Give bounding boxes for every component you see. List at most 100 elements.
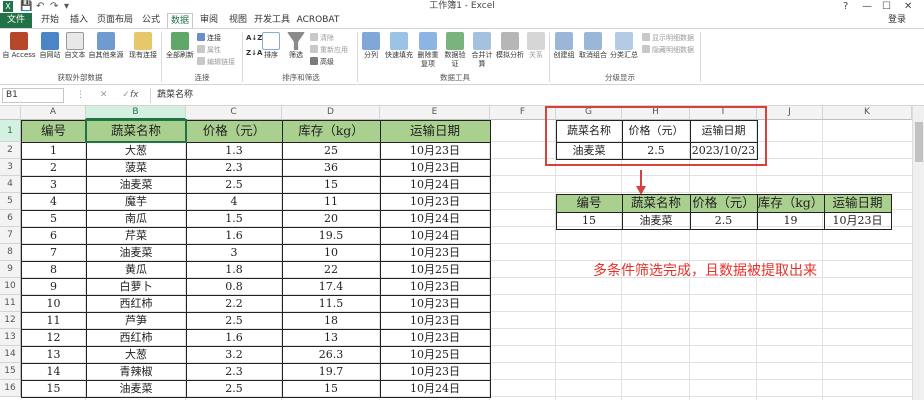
main-table-cell[interactable]: 10月23日 xyxy=(380,295,490,312)
tab-data[interactable]: 数据 xyxy=(167,13,193,28)
insert-function-icon[interactable]: fx xyxy=(130,88,139,103)
main-table-cell[interactable]: 13 xyxy=(21,346,86,363)
main-table-cell[interactable]: 26.3 xyxy=(282,346,380,363)
main-table-cell[interactable]: 11.5 xyxy=(282,295,380,312)
row-header-15[interactable]: 15 xyxy=(0,363,21,380)
main-table-cell[interactable]: 10月23日 xyxy=(380,329,490,346)
main-table-cell[interactable]: 西红柿 xyxy=(86,329,186,346)
name-box[interactable]: B1 xyxy=(2,88,64,103)
tab-home[interactable]: 开始 xyxy=(37,13,63,28)
relationships-button[interactable]: 关系 xyxy=(526,32,546,60)
vertical-scrollbar[interactable] xyxy=(912,106,924,400)
result-table-cell[interactable]: 15 xyxy=(556,212,622,229)
main-table-cell[interactable]: 1.6 xyxy=(186,329,282,346)
main-table-cell[interactable]: 1 xyxy=(21,142,86,159)
main-table-cell[interactable]: 8 xyxy=(21,261,86,278)
main-table-cell[interactable]: 1.3 xyxy=(186,142,282,159)
from-web-button[interactable]: 自网站 xyxy=(38,32,62,60)
tab-developer[interactable]: 开发工具 xyxy=(254,13,290,28)
clear-button[interactable]: 清除 xyxy=(310,33,334,43)
result-table-cell[interactable]: 库存（kg） xyxy=(757,194,824,212)
main-table-cell[interactable]: 2.3 xyxy=(186,159,282,176)
maximize-icon[interactable]: ☐ xyxy=(882,0,891,13)
main-table-cell[interactable]: 油麦菜 xyxy=(86,244,186,261)
main-table-cell[interactable]: 12 xyxy=(21,329,86,346)
result-table-cell[interactable]: 蔬菜名称 xyxy=(622,194,690,212)
main-table-cell[interactable]: 芹菜 xyxy=(86,227,186,244)
main-table-cell[interactable]: 编号 xyxy=(21,120,86,142)
row-header-1[interactable]: 1 xyxy=(0,120,21,142)
reapply-button[interactable]: 重新应用 xyxy=(310,45,348,55)
main-table-cell[interactable]: 10 xyxy=(21,295,86,312)
tab-file[interactable]: 文件 xyxy=(0,13,32,28)
main-table-cell[interactable]: 15 xyxy=(282,380,380,397)
tab-insert[interactable]: 插入 xyxy=(66,13,92,28)
main-table-cell[interactable]: 10月23日 xyxy=(380,278,490,295)
hide-detail-button[interactable]: 隐藏明细数据 xyxy=(642,45,694,55)
main-table-cell[interactable]: 17.4 xyxy=(282,278,380,295)
row-header-7[interactable]: 7 xyxy=(0,227,21,244)
edit-links-button[interactable]: 编辑链接 xyxy=(197,57,235,67)
minimize-icon[interactable]: — xyxy=(862,0,872,13)
text-to-columns-button[interactable]: 分列 xyxy=(360,32,382,60)
main-table-cell[interactable]: 0.8 xyxy=(186,278,282,295)
tab-page-layout[interactable]: 页面布局 xyxy=(96,13,134,28)
flash-fill-button[interactable]: 快速填充 xyxy=(384,32,414,60)
group-button[interactable]: 创建组 xyxy=(552,32,576,60)
column-header-a[interactable]: A xyxy=(21,106,86,120)
row-header-12[interactable]: 12 xyxy=(0,312,21,329)
main-table-cell[interactable]: 1.5 xyxy=(186,210,282,227)
worksheet-grid[interactable]: A B C D E F G H I J K 1 2 3 4 5 6 7 8 9 10 11 12 13 14 15 16 编号 蔬菜名称… xyxy=(0,106,924,400)
main-table-cell[interactable]: 10月23日 xyxy=(380,312,490,329)
main-table-cell[interactable]: 13 xyxy=(282,329,380,346)
main-table-cell[interactable]: 大葱 xyxy=(86,142,186,159)
result-table-cell[interactable]: 19 xyxy=(757,212,824,229)
main-table-cell[interactable]: 白萝卜 xyxy=(86,278,186,295)
main-table-cell[interactable]: 菠菜 xyxy=(86,159,186,176)
tab-view[interactable]: 视图 xyxy=(225,13,251,28)
row-header-10[interactable]: 10 xyxy=(0,278,21,295)
main-table-cell[interactable]: 油麦菜 xyxy=(86,380,186,397)
main-table-cell[interactable]: 芦笋 xyxy=(86,312,186,329)
main-table-cell[interactable]: 黄瓜 xyxy=(86,261,186,278)
existing-connections-button[interactable]: 现有连接 xyxy=(127,32,159,60)
tab-acrobat[interactable]: ACROBAT xyxy=(296,13,340,28)
main-table-cell[interactable]: 3.2 xyxy=(186,346,282,363)
main-table-cell[interactable]: 10月25日 xyxy=(380,346,490,363)
result-table-cell[interactable]: 油麦菜 xyxy=(622,212,690,229)
main-table-cell[interactable]: 10月23日 xyxy=(380,193,490,210)
row-header-9[interactable]: 9 xyxy=(0,261,21,278)
main-table-cell[interactable]: 9 xyxy=(21,278,86,295)
select-all-corner[interactable] xyxy=(0,106,21,120)
advanced-filter-button[interactable]: 高级 xyxy=(310,57,334,67)
show-detail-button[interactable]: 显示明细数据 xyxy=(642,33,694,43)
ungroup-button[interactable]: 取消组合 xyxy=(578,32,608,60)
formula-bar-buttons[interactable]: ⋮ ✕ ✓ xyxy=(76,88,136,103)
main-table-cell[interactable]: 15 xyxy=(21,380,86,397)
tab-formulas[interactable]: 公式 xyxy=(138,13,164,28)
main-table-cell[interactable]: 7 xyxy=(21,244,86,261)
help-icon[interactable]: ? xyxy=(843,0,848,13)
row-header-6[interactable]: 6 xyxy=(0,210,21,227)
data-validation-button[interactable]: 数据验证 xyxy=(442,32,468,69)
main-table-cell[interactable]: 6 xyxy=(21,227,86,244)
main-table-cell[interactable]: 10月23日 xyxy=(380,159,490,176)
main-table-cell[interactable]: 2.5 xyxy=(186,312,282,329)
main-table-cell[interactable]: 10月24日 xyxy=(380,210,490,227)
main-table-cell[interactable]: 油麦菜 xyxy=(86,176,186,193)
from-access-button[interactable]: 自 Access xyxy=(2,32,36,60)
result-table-cell[interactable]: 10月23日 xyxy=(824,212,891,229)
main-table-cell[interactable]: 36 xyxy=(282,159,380,176)
main-table-cell[interactable]: 18 xyxy=(282,312,380,329)
properties-button[interactable]: 属性 xyxy=(197,45,221,55)
close-icon[interactable]: ✕ xyxy=(904,0,912,13)
row-header-4[interactable]: 4 xyxy=(0,176,21,193)
main-table-cell[interactable]: 2 xyxy=(21,159,86,176)
row-header-11[interactable]: 11 xyxy=(0,295,21,312)
main-table-cell[interactable]: 10月24日 xyxy=(380,227,490,244)
main-table-cell[interactable]: 大葱 xyxy=(86,346,186,363)
main-table-cell[interactable]: 11 xyxy=(21,312,86,329)
column-header-b[interactable]: B xyxy=(86,106,186,120)
sort-button[interactable]: 排序 xyxy=(260,32,282,60)
main-table-cell[interactable]: 11 xyxy=(282,193,380,210)
